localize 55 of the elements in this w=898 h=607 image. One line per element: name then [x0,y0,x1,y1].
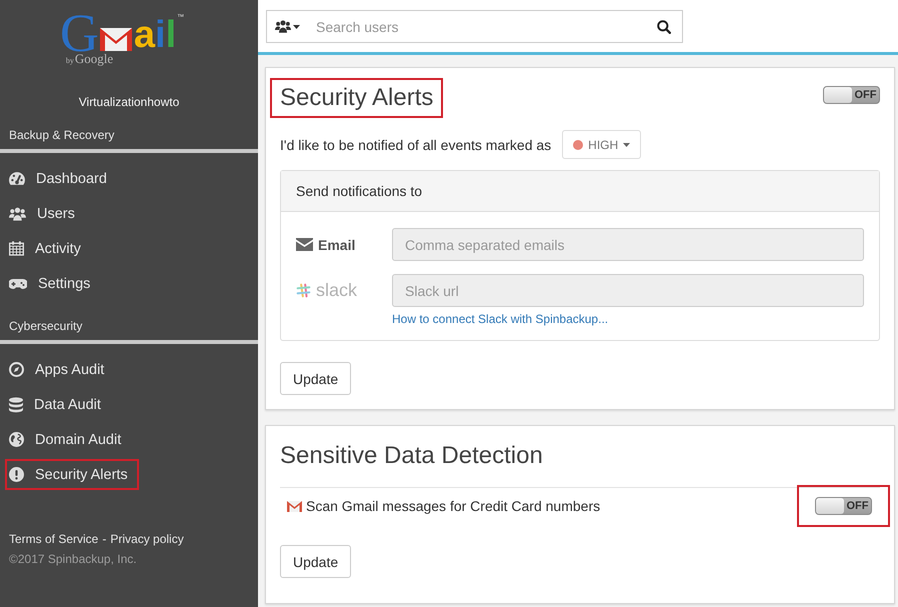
sidebar-item[interactable]: Users [5,198,86,229]
sidebar-item[interactable]: Dashboard [5,163,118,194]
envelope-icon [287,500,302,512]
sidebar-item[interactable]: Apps Audit [5,354,116,385]
logo-letter: i [155,18,166,52]
search-field[interactable]: Search users [308,11,649,42]
input-field[interactable]: Comma separated emails [392,228,864,261]
database-icon [9,396,23,412]
scan-option-label: Scan Gmail messages for Credit Card numbers [306,498,600,514]
account-name: Virtualizationhowto [78,94,180,110]
severity-dropdown[interactable]: HIGH [562,130,642,159]
search-icon[interactable] [657,20,671,34]
hash-icon [296,283,311,298]
panel-title: Sensitive Data Detection [279,441,544,471]
panel-title: Security Alerts [270,78,444,118]
link-separator: - [102,531,106,547]
users-icon [275,20,291,33]
logo-letter: a [134,18,155,52]
sidebar-item[interactable]: Security Alerts [5,459,139,490]
sidebar-item[interactable]: Activity [5,233,92,264]
logo-byline: Google [74,52,114,66]
section-title: Backup & Recovery [9,127,114,143]
copyright-text: ©2017 Spinbackup, Inc. [9,551,137,567]
sidebar-item[interactable]: Domain Audit [5,424,132,455]
logo-letter: G [60,12,99,54]
help-link[interactable]: How to connect Slack with Spinbackup... [392,312,608,326]
status-dot-icon [573,140,584,150]
update-button[interactable]: Update [280,362,352,395]
caret-icon [623,142,630,146]
channel-label: slack [316,280,358,301]
footer-link[interactable]: Privacy policy [110,531,184,547]
search-box[interactable]: Search users [266,10,683,43]
sidebar-item[interactable]: Settings [5,268,102,299]
logo-byline: by [66,56,74,65]
envelope-icon [100,28,132,51]
toggle-switch[interactable]: OFF [815,497,872,515]
toggle-switch[interactable]: OFF [823,86,880,104]
exclamation-icon [9,467,24,482]
notifications-title: Send notifications to [296,183,422,199]
input-field[interactable]: Slack url [392,274,864,307]
footer-link[interactable]: Terms of Service [9,531,98,547]
channel-label: Email [318,236,356,252]
globe-icon [9,432,24,447]
sidebar-item[interactable]: Data Audit [5,389,112,420]
calendar-icon [9,241,24,256]
caret-icon [293,24,300,28]
update-button[interactable]: Update [280,545,352,578]
section-title: Cybersecurity [9,318,82,334]
envelope-icon [296,238,313,251]
compass-icon [9,362,24,377]
prompt-text: I'd like to be notified of all events marked as [280,136,552,152]
logo-letter: l [166,18,176,52]
users-icon [9,206,26,220]
gamepad-icon [9,278,27,288]
gauge-icon [9,172,25,185]
